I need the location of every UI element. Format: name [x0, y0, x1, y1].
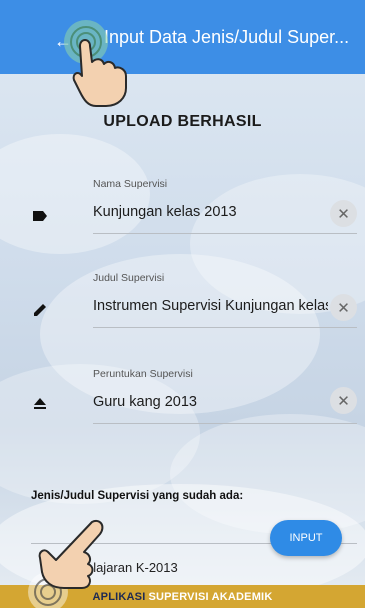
label-tag-icon — [31, 207, 49, 225]
close-icon: ✕ — [337, 299, 350, 317]
close-icon: ✕ — [337, 205, 350, 223]
field-underline — [93, 423, 357, 424]
peruntukan-supervisi-input[interactable]: Guru kang 2013 — [93, 394, 323, 410]
close-icon: ✕ — [337, 392, 350, 410]
input-button[interactable]: INPUT — [270, 520, 342, 556]
field-label: Nama Supervisi — [93, 178, 168, 190]
field-peruntukan-supervisi: Peruntukan Supervisi Guru kang 2013 ✕ — [0, 366, 365, 436]
clear-button[interactable]: ✕ — [330, 294, 357, 321]
judul-supervisi-input[interactable]: Instrumen Supervisi Kunjungan kelas — [93, 298, 328, 314]
field-label: Peruntukan Supervisi — [93, 368, 193, 380]
field-nama-supervisi: Nama Supervisi Kunjungan kelas 2013 ✕ — [0, 176, 365, 246]
eject-icon — [31, 394, 49, 412]
pencil-icon — [31, 301, 49, 319]
existing-list-heading: Jenis/Judul Supervisi yang sudah ada: — [31, 490, 244, 502]
field-judul-supervisi: Judul Supervisi Instrumen Supervisi Kunj… — [0, 270, 365, 340]
nama-supervisi-input[interactable]: Kunjungan kelas 2013 — [93, 204, 323, 220]
footer-text-supervisi: SUPERVISI AKADEMIK — [148, 590, 273, 603]
upload-status-message: UPLOAD BERHASIL — [103, 113, 262, 130]
tap-hand-icon — [28, 520, 104, 608]
field-underline — [93, 327, 357, 328]
tap-hand-icon — [64, 20, 127, 107]
clear-button[interactable]: ✕ — [330, 200, 357, 227]
field-underline — [93, 233, 357, 234]
field-label: Judul Supervisi — [93, 272, 165, 284]
clear-button[interactable]: ✕ — [330, 387, 357, 414]
